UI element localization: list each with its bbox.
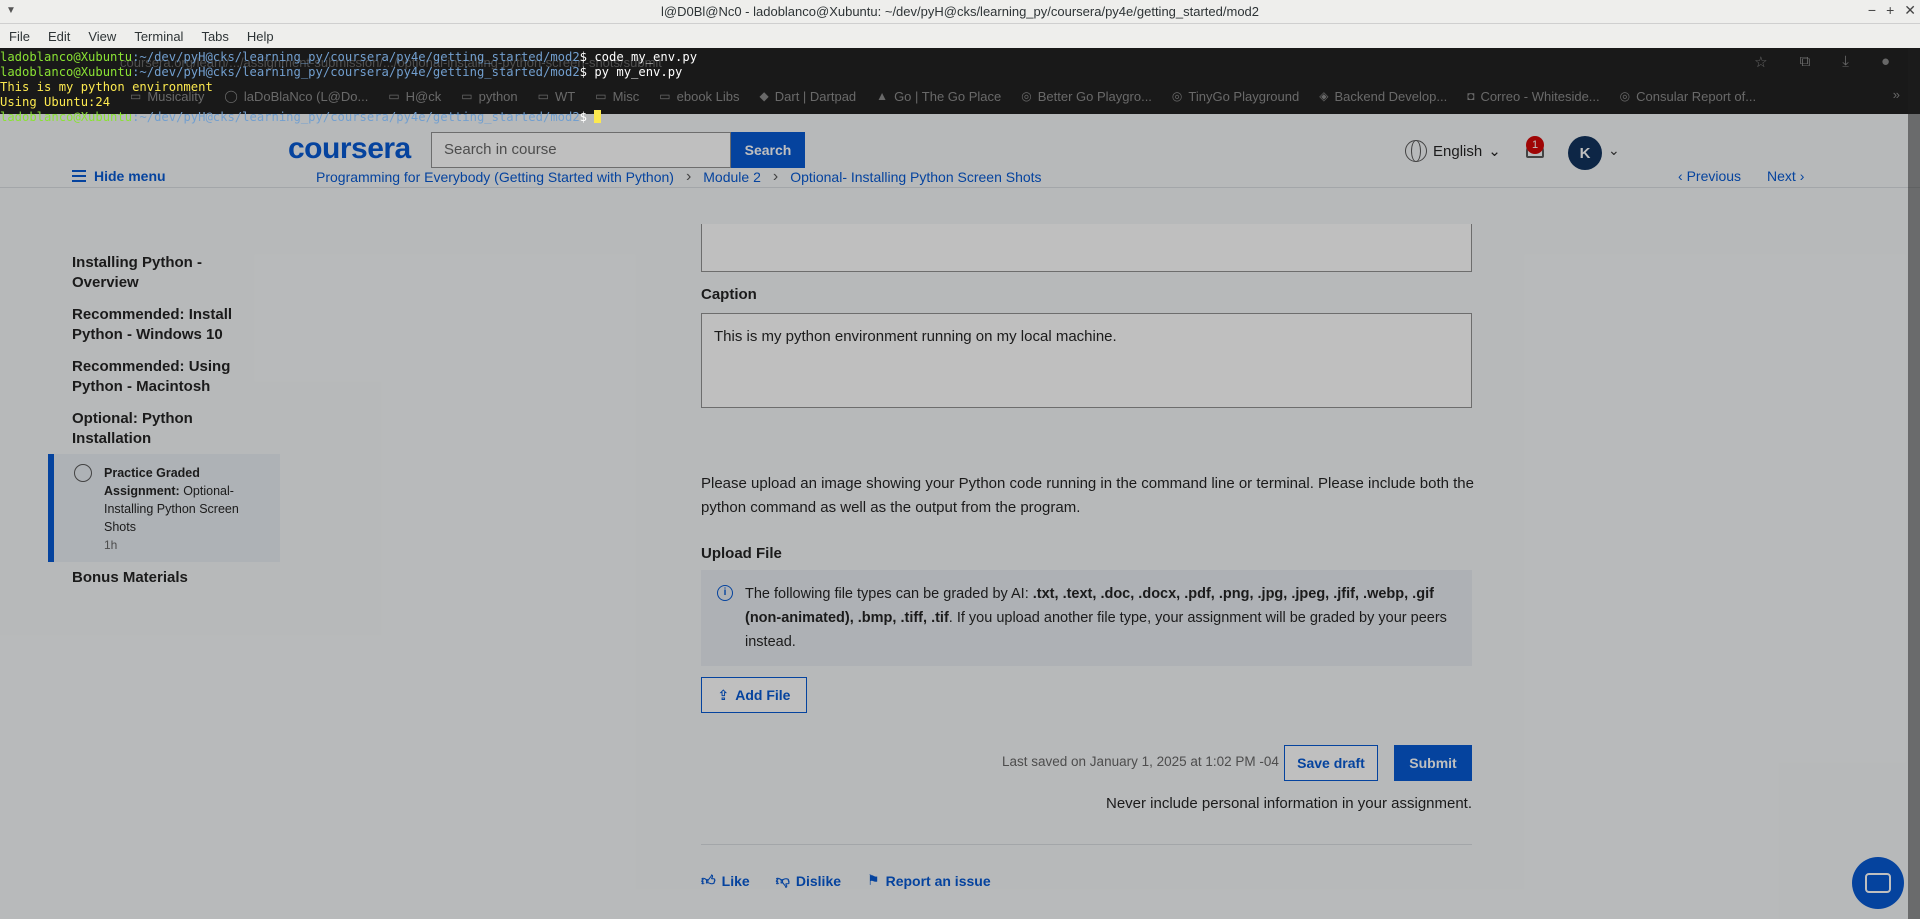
terminal-line: ladoblanco@Xubuntu:~/dev/pyH@cks/learnin… <box>0 65 683 79</box>
flag-icon: ⚑ <box>867 872 880 888</box>
file-types-info: i The following file types can be graded… <box>701 570 1472 666</box>
add-file-button[interactable]: ⇪ Add File <box>701 677 807 713</box>
menu-view[interactable]: View <box>79 29 125 44</box>
breadcrumb-module[interactable]: Module 2 <box>703 169 761 185</box>
caption-label: Caption <box>701 286 757 303</box>
sidebar-item-windows[interactable]: Recommended: Install Python - Windows 10 <box>72 305 252 345</box>
avatar[interactable]: K <box>1568 136 1602 170</box>
previous-button[interactable]: ‹ Previous <box>1678 168 1741 184</box>
globe-icon: ◎ <box>1619 89 1631 103</box>
go-icon: ▲ <box>876 89 889 103</box>
thumbs-up-icon: 👍︎ <box>701 872 716 888</box>
chat-button[interactable] <box>1852 857 1904 909</box>
language-selector[interactable]: English ⌄ <box>1405 140 1501 162</box>
maximize-icon[interactable]: + <box>1886 2 1894 19</box>
info-icon: i <box>717 585 733 601</box>
more-bookmarks-icon[interactable]: » <box>1893 87 1900 102</box>
dart-icon: ◆ <box>759 89 769 103</box>
next-button[interactable]: Next › <box>1767 168 1804 184</box>
backend-icon: ◈ <box>1319 89 1329 103</box>
language-label: English <box>1433 142 1483 160</box>
star-icon[interactable]: ☆ <box>1754 53 1767 71</box>
upload-instructions: Please upload an image showing your Pyth… <box>701 475 1474 516</box>
sidebar-item-overview[interactable]: Installing Python - Overview <box>72 253 252 293</box>
privacy-note: Never include personal information in yo… <box>1106 795 1473 812</box>
chevron-down-icon[interactable]: ⌄ <box>1608 142 1620 159</box>
bookmark-item[interactable]: ◆ Dart | Dartpad <box>760 89 857 104</box>
bookmark-item[interactable]: ◘ Correo - Whiteside... <box>1467 89 1599 104</box>
globe-icon: ◎ <box>1171 89 1183 103</box>
breadcrumb-course[interactable]: Programming for Everybody (Getting Start… <box>316 169 674 185</box>
bookmark-item[interactable]: ◎ TinyGo Playground <box>1172 89 1299 104</box>
chat-icon <box>1865 873 1891 893</box>
like-button[interactable]: 👍︎ Like <box>701 872 750 889</box>
menu-terminal[interactable]: Terminal <box>125 29 192 44</box>
divider <box>701 844 1472 845</box>
search-input[interactable]: Search in course <box>431 132 731 168</box>
window-controls: − + ✕ <box>1868 2 1916 19</box>
submit-button[interactable]: Submit <box>1394 745 1472 781</box>
menu-help[interactable]: Help <box>238 29 283 44</box>
chevron-right-icon: › <box>685 168 692 185</box>
browser-toolbar-icons: ☆ ⧉ ⤓ ● <box>1754 53 1890 71</box>
upload-file-label: Upload File <box>701 545 782 562</box>
prev-next-nav: ‹ Previous Next › <box>1678 168 1804 184</box>
terminal-scrollbar[interactable] <box>1908 48 1920 919</box>
menu-edit[interactable]: Edit <box>39 29 79 44</box>
chevron-right-icon: › <box>772 168 779 185</box>
feedback-row: 👍︎ Like 👎︎ Dislike ⚑ Report an issue <box>701 872 991 889</box>
bookmark-item[interactable]: ◈ Backend Develop... <box>1319 89 1447 104</box>
download-icon[interactable]: ⤓ <box>1842 53 1849 71</box>
sidebar-item-bonus[interactable]: Bonus Materials <box>72 568 252 588</box>
sidebar-item-active[interactable]: Practice Graded Assignment: Optional- In… <box>48 454 280 562</box>
window-menu-icon[interactable]: ▼ <box>6 5 16 16</box>
terminal-line: ladoblanco@Xubuntu:~/dev/pyH@cks/learnin… <box>0 50 698 64</box>
terminal-menubar: File Edit View Terminal Tabs Help <box>0 24 1920 48</box>
assignment-icon <box>74 464 92 482</box>
hamburger-icon <box>72 170 86 182</box>
terminal-line: Using Ubuntu:24 <box>0 95 111 109</box>
notification-badge: 1 <box>1526 136 1544 154</box>
dislike-button[interactable]: 👎︎ Dislike <box>776 872 841 889</box>
close-icon[interactable]: ✕ <box>1904 2 1916 19</box>
bookmark-item[interactable]: ▲ Go | The Go Place <box>876 89 1001 104</box>
breadcrumb-item[interactable]: Optional- Installing Python Screen Shots <box>790 169 1041 185</box>
terminal-output[interactable]: ladoblanco@Xubuntu:~/dev/pyH@cks/learnin… <box>0 50 697 125</box>
minimize-icon[interactable]: − <box>1868 2 1876 19</box>
search-button[interactable]: Search <box>731 132 805 168</box>
breadcrumb: Programming for Everybody (Getting Start… <box>316 168 1042 186</box>
outlook-icon: ◘ <box>1467 89 1475 103</box>
bookmark-item[interactable]: ◎ Better Go Playgro... <box>1021 89 1152 104</box>
sidebar-item-macintosh[interactable]: Recommended: Using Python - Macintosh <box>72 357 252 397</box>
caption-input[interactable]: This is my python environment running on… <box>701 313 1472 408</box>
save-draft-button[interactable]: Save draft <box>1284 745 1378 781</box>
chevron-down-icon: ⌄ <box>1488 143 1501 160</box>
terminal-line: This is my python environment <box>0 80 213 94</box>
duration-label: 1h <box>104 538 118 552</box>
coursera-logo[interactable]: coursera <box>288 132 411 166</box>
terminal-line: ladoblanco@Xubuntu:~/dev/pyH@cks/learnin… <box>0 110 697 125</box>
notifications-button[interactable]: 1 <box>1524 136 1546 162</box>
previous-field[interactable] <box>701 224 1472 272</box>
globe-icon <box>1405 140 1427 162</box>
terminal-title: l@D0Bl@Nc0 - ladoblanco@Xubuntu: ~/dev/p… <box>660 4 1260 19</box>
bookmark-item[interactable]: ◎ Consular Report of... <box>1620 89 1756 104</box>
globe-icon: ◎ <box>1021 89 1032 103</box>
menu-tabs[interactable]: Tabs <box>192 29 237 44</box>
thumbs-down-icon: 👎︎ <box>775 872 790 888</box>
menu-file[interactable]: File <box>0 29 39 44</box>
profile-icon[interactable]: ● <box>1881 53 1890 71</box>
terminal-cursor <box>594 110 602 123</box>
terminal-titlebar: ▼ l@D0Bl@Nc0 - ladoblanco@Xubuntu: ~/dev… <box>0 0 1920 24</box>
hide-menu-button[interactable]: Hide menu <box>72 168 166 184</box>
last-saved-text: Last saved on January 1, 2025 at 1:02 PM… <box>1002 754 1279 769</box>
extensions-icon[interactable]: ⧉ <box>1800 53 1811 71</box>
upload-icon: ⇪ <box>717 686 730 703</box>
sidebar-item-installation[interactable]: Optional: Python Installation <box>72 409 252 449</box>
active-item-text: Practice Graded Assignment: Optional- In… <box>104 466 239 534</box>
report-issue-button[interactable]: ⚑ Report an issue <box>867 872 991 889</box>
